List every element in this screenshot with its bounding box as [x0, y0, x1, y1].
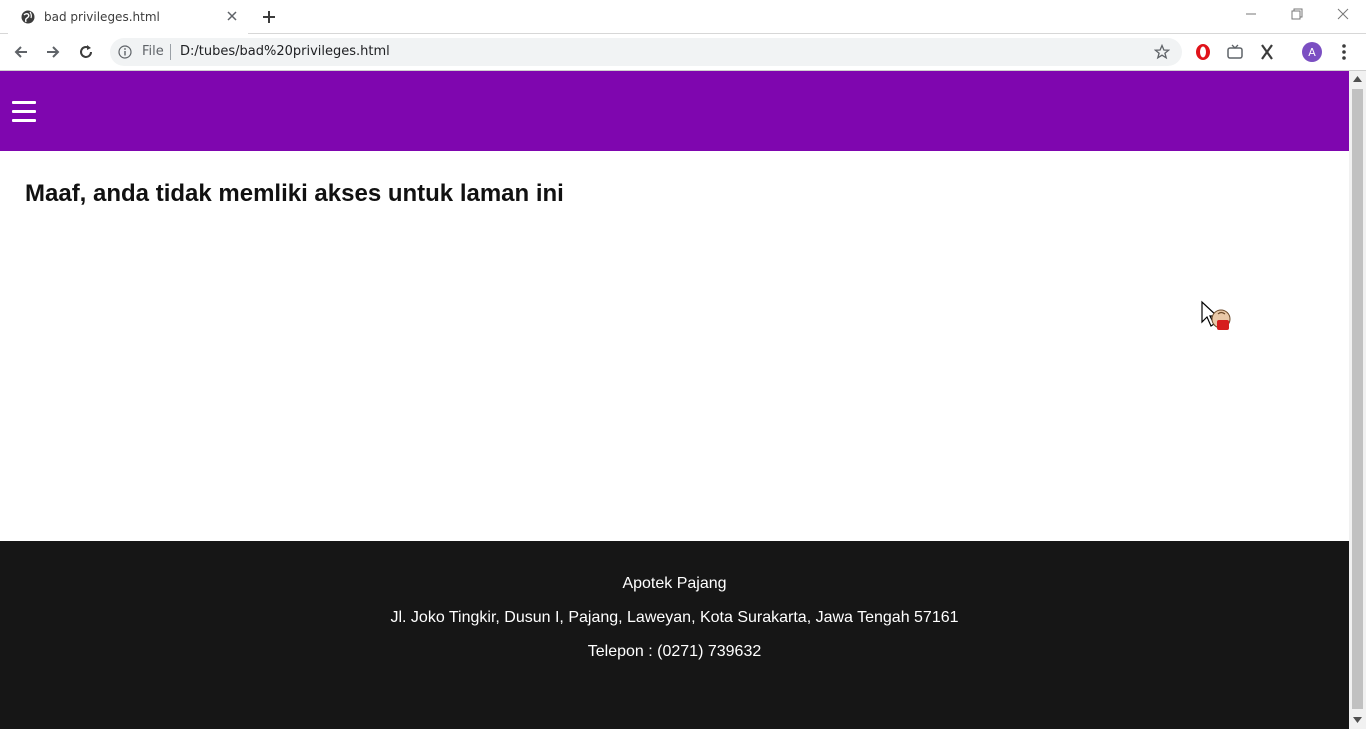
scheme-label: File	[142, 44, 164, 59]
scroll-down-arrow-icon[interactable]	[1353, 717, 1362, 723]
scroll-thumb[interactable]	[1352, 89, 1363, 709]
minimize-icon[interactable]	[1244, 7, 1258, 21]
tab-title: bad privileges.html	[44, 10, 160, 24]
scroll-up-arrow-icon[interactable]	[1353, 76, 1362, 82]
page-viewport: Maaf, anda tidak memliki akses untuk lam…	[0, 71, 1349, 729]
footer-address: Jl. Joko Tingkir, Dusun I, Pajang, Lawey…	[390, 609, 959, 626]
back-icon[interactable]	[13, 44, 29, 60]
close-tab-icon[interactable]	[226, 10, 238, 22]
browser-tab[interactable]: bad privileges.html	[8, 0, 248, 34]
close-window-icon[interactable]	[1336, 7, 1350, 21]
footer-store-name: Apotek Pajang	[622, 575, 727, 592]
site-footer: Apotek Pajang Jl. Joko Tingkir, Dusun I,…	[0, 541, 1349, 729]
browser-toolbar: File D:/tubes/bad%20privileges.html	[0, 34, 1366, 71]
reload-icon[interactable]	[78, 44, 94, 60]
hamburger-icon[interactable]	[12, 101, 36, 123]
footer-phone: Telepon : (0271) 739632	[587, 643, 762, 660]
new-tab-icon[interactable]	[262, 10, 276, 24]
site-navbar	[0, 71, 1349, 151]
access-denied-message: Maaf, anda tidak memliki akses untuk lam…	[25, 180, 564, 207]
profile-avatar[interactable]: A	[1302, 42, 1322, 62]
restore-icon[interactable]	[1290, 7, 1304, 21]
x-extension-icon[interactable]	[1258, 43, 1276, 61]
divider	[170, 44, 171, 60]
forward-icon[interactable]	[45, 44, 61, 60]
opera-extension-icon[interactable]	[1194, 43, 1212, 61]
more-menu-icon[interactable]	[1336, 43, 1352, 61]
address-bar[interactable]: File D:/tubes/bad%20privileges.html	[110, 38, 1182, 66]
tv-extension-icon[interactable]	[1226, 43, 1244, 61]
bookmark-star-icon[interactable]	[1154, 44, 1170, 60]
busy-cursor-icon	[1201, 300, 1231, 330]
tab-strip: bad privileges.html	[0, 0, 1366, 34]
globe-icon	[21, 10, 35, 24]
info-icon[interactable]	[118, 45, 132, 59]
url-text[interactable]: D:/tubes/bad%20privileges.html	[180, 44, 390, 59]
vertical-scrollbar[interactable]	[1349, 71, 1366, 729]
